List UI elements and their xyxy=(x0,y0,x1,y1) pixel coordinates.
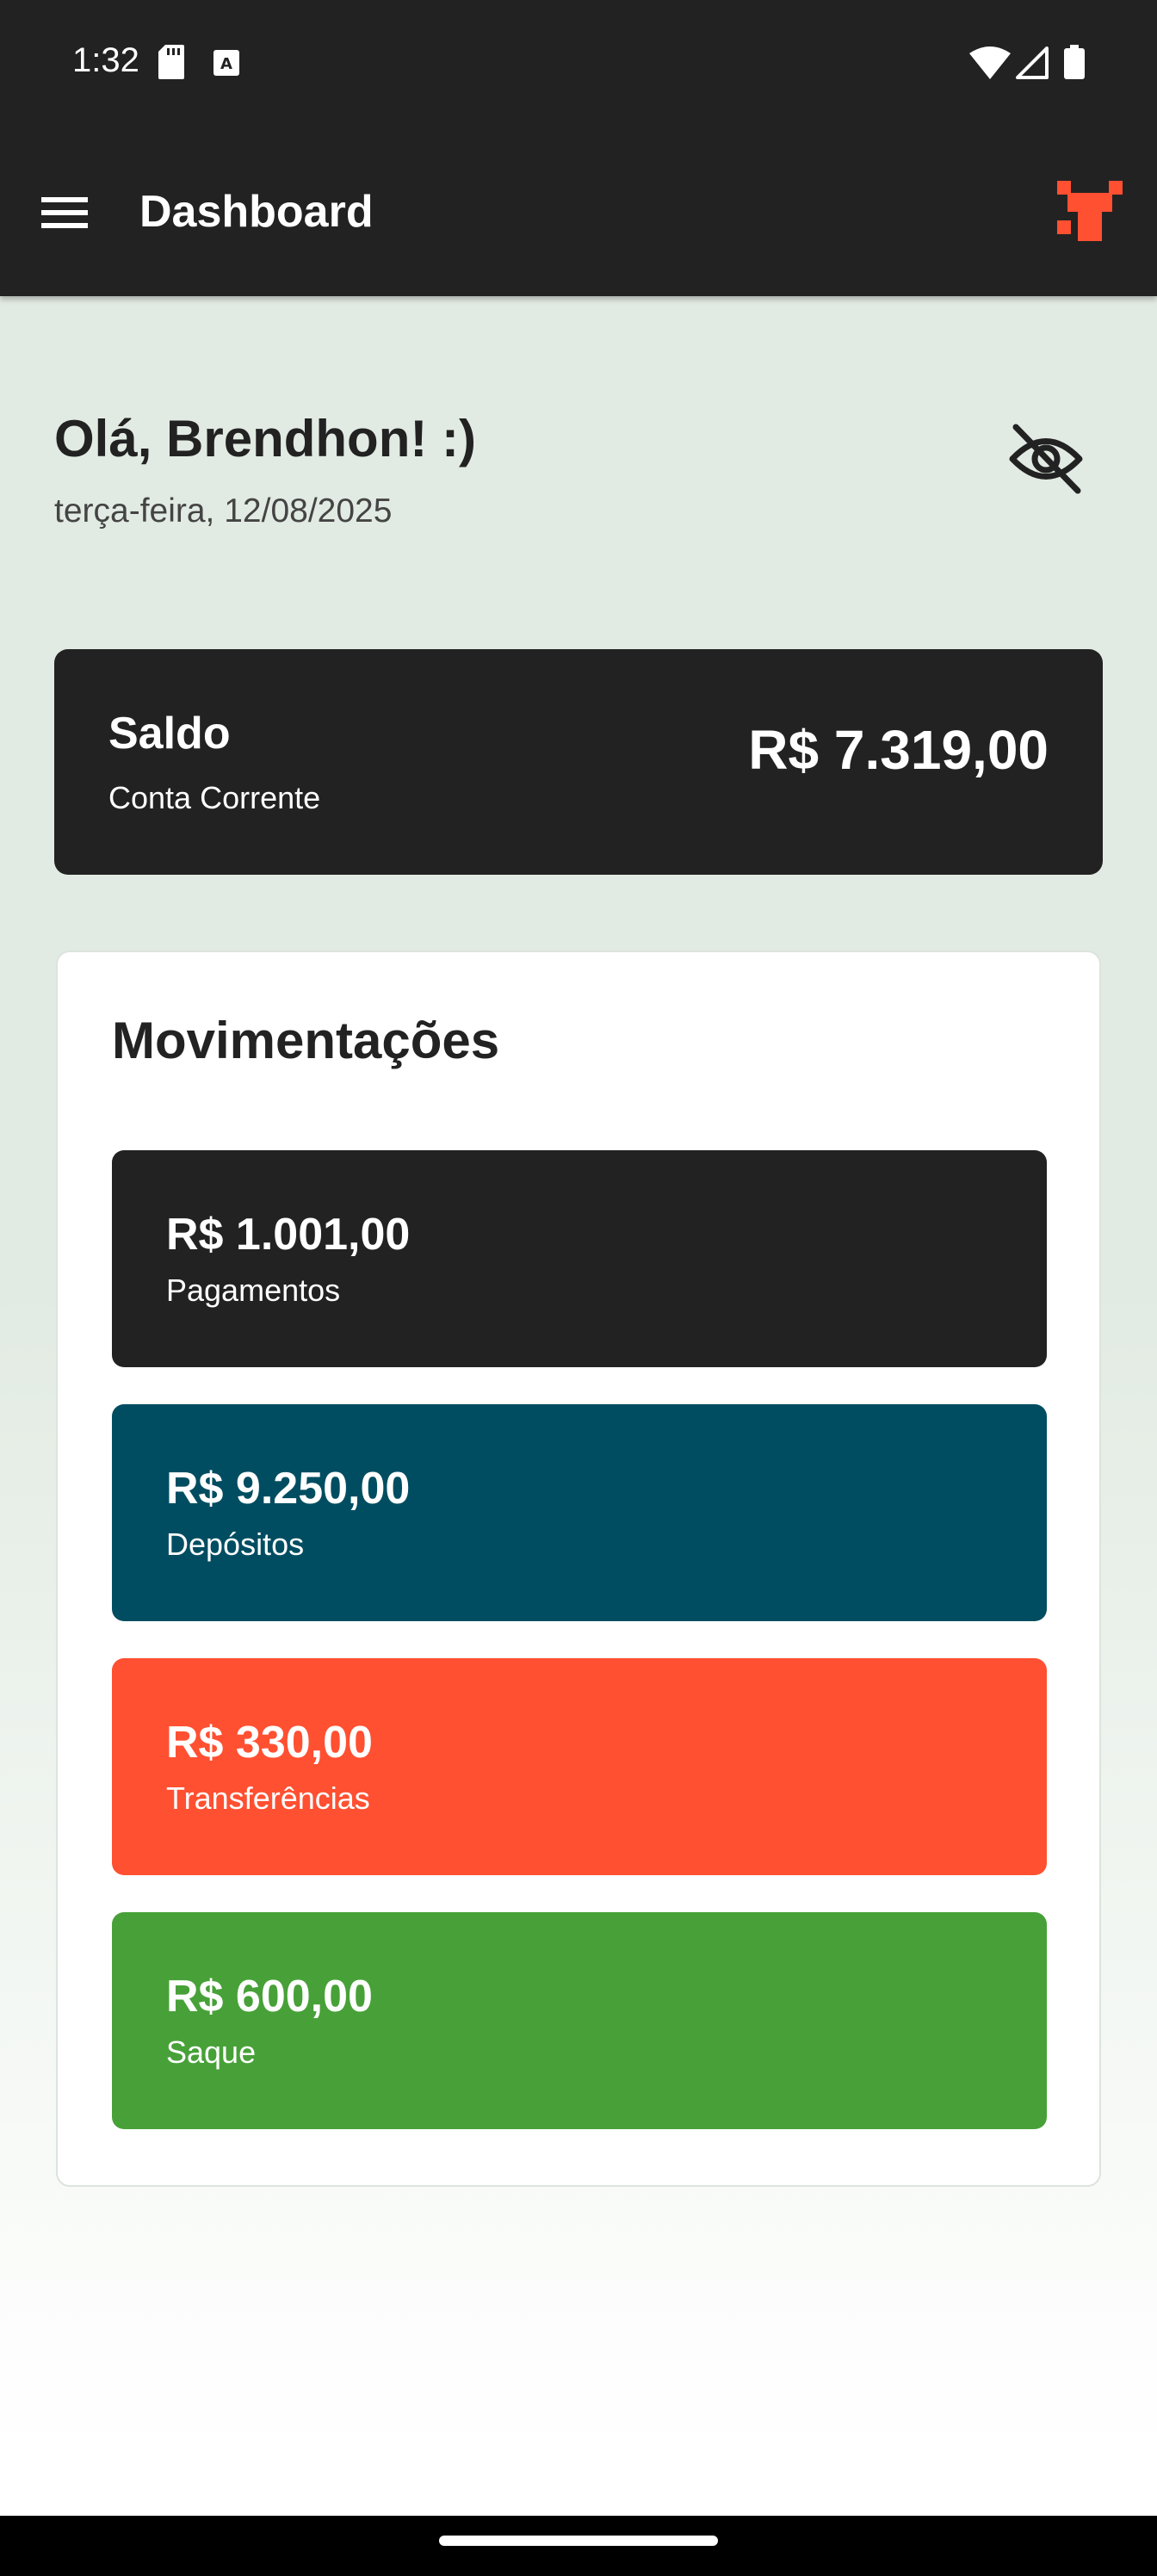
movement-card-withdrawal[interactable]: R$ 600,00 Saque xyxy=(112,1912,1047,2129)
movement-card-deposits[interactable]: R$ 9.250,00 Depósitos xyxy=(112,1404,1047,1621)
movement-label: Transferências xyxy=(166,1780,370,1816)
movements-panel: Movimentações R$ 1.001,00 Pagamentos R$ … xyxy=(56,951,1101,2187)
movement-label: Depósitos xyxy=(166,1526,305,1562)
greeting-title: Olá, Brendhon! :) xyxy=(54,410,476,468)
movement-label: Saque xyxy=(166,2034,257,2070)
balance-value: R$ 7.319,00 xyxy=(748,719,1049,781)
balance-title: Saldo xyxy=(108,709,231,759)
page-title: Dashboard xyxy=(139,187,374,237)
current-date: terça-feira, 12/08/2025 xyxy=(54,492,393,529)
brand-logo xyxy=(1057,181,1123,247)
movement-amount: R$ 1.001,00 xyxy=(166,1210,411,1260)
keyboard-a-icon: A xyxy=(213,50,239,80)
system-navigation-bar xyxy=(0,2516,1157,2576)
movements-title: Movimentações xyxy=(112,1012,500,1069)
status-time: 1:32 xyxy=(72,41,139,79)
sd-card-icon xyxy=(158,45,184,84)
battery-icon xyxy=(1064,45,1085,84)
wifi-icon xyxy=(969,46,1011,84)
signal-icon xyxy=(1016,46,1049,84)
movement-card-payments[interactable]: R$ 1.001,00 Pagamentos xyxy=(112,1150,1047,1367)
app-bar: Dashboard xyxy=(0,129,1157,296)
home-gesture-handle[interactable] xyxy=(439,2536,718,2546)
toggle-balance-visibility-button[interactable] xyxy=(1007,420,1085,498)
account-type: Conta Corrente xyxy=(108,780,321,815)
movement-amount: R$ 330,00 xyxy=(166,1718,373,1768)
menu-button[interactable] xyxy=(34,187,95,238)
hamburger-menu-icon xyxy=(41,197,88,228)
movement-amount: R$ 600,00 xyxy=(166,1972,373,2022)
balance-card: Saldo Conta Corrente R$ 7.319,00 xyxy=(54,649,1103,875)
movement-amount: R$ 9.250,00 xyxy=(166,1464,411,1514)
eye-off-icon xyxy=(1009,424,1083,494)
movement-label: Pagamentos xyxy=(166,1273,341,1308)
movement-card-transfers[interactable]: R$ 330,00 Transferências xyxy=(112,1658,1047,1875)
svg-text:A: A xyxy=(220,55,232,73)
status-bar: 1:32 A xyxy=(0,0,1157,129)
